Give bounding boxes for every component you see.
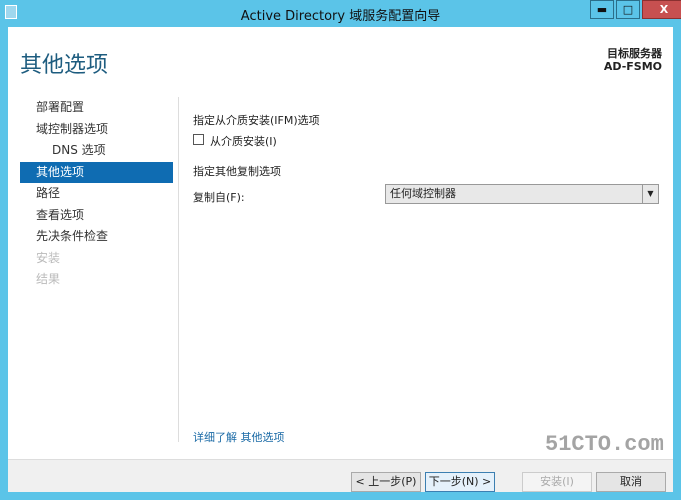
target-server: 目标服务器 AD-FSMO [604,47,662,73]
previous-button[interactable]: < 上一步(P) [351,472,421,492]
nav-item-deployment[interactable]: 部署配置 [20,97,173,119]
chevron-down-icon[interactable]: ▼ [642,185,658,203]
replication-section-heading: 指定其他复制选项 [193,165,281,178]
minimize-button[interactable]: ▬ [590,0,614,19]
nav-item-dc-options[interactable]: 域控制器选项 [20,119,173,141]
wizard-nav: 部署配置 域控制器选项 DNS 选项 其他选项 路径 查看选项 先决条件检查 安… [20,97,173,291]
replicate-from-value: 任何域控制器 [390,187,456,200]
learn-more-link[interactable]: 详细了解 其他选项 [193,429,285,445]
close-button[interactable]: X [642,0,681,19]
next-button[interactable]: 下一步(N) > [425,472,495,492]
target-server-label: 目标服务器 [607,47,662,60]
ifm-checkbox-label[interactable]: 从介质安装(I) [210,133,277,149]
watermark: 51CTO.com [545,432,664,457]
target-server-name: AD-FSMO [603,60,662,73]
nav-item-additional-options[interactable]: 其他选项 [20,161,173,183]
wizard-footer: < 上一步(P) 下一步(N) > 安装(I) 取消 [8,459,673,492]
nav-item-prereq[interactable]: 先决条件检查 [20,226,173,248]
wizard-client: 其他选项 目标服务器 AD-FSMO 部署配置 域控制器选项 DNS 选项 其他… [8,27,673,492]
window-title: Active Directory 域服务配置向导 [240,9,441,24]
nav-item-results: 结果 [36,272,61,286]
nav-item-dns-options[interactable]: DNS 选项 [20,140,173,162]
replicate-from-select[interactable]: 任何域控制器 ▼ [385,184,659,204]
maximize-button[interactable]: □ [616,0,640,19]
nav-item-review[interactable]: 查看选项 [20,205,173,227]
divider [178,97,179,442]
nav-item-paths[interactable]: 路径 [20,183,173,205]
install-button: 安装(I) [522,472,592,492]
replicate-from-label: 复制自(F): [193,191,245,204]
page-title: 其他选项 [20,53,109,78]
title-bar: Active Directory 域服务配置向导 ▬ □ X [0,0,681,27]
ifm-section-heading: 指定从介质安装(IFM)选项 [193,114,320,127]
nav-item-install: 安装 [36,250,61,265]
cancel-button[interactable]: 取消 [596,472,666,492]
ifm-checkbox[interactable] [193,134,204,145]
